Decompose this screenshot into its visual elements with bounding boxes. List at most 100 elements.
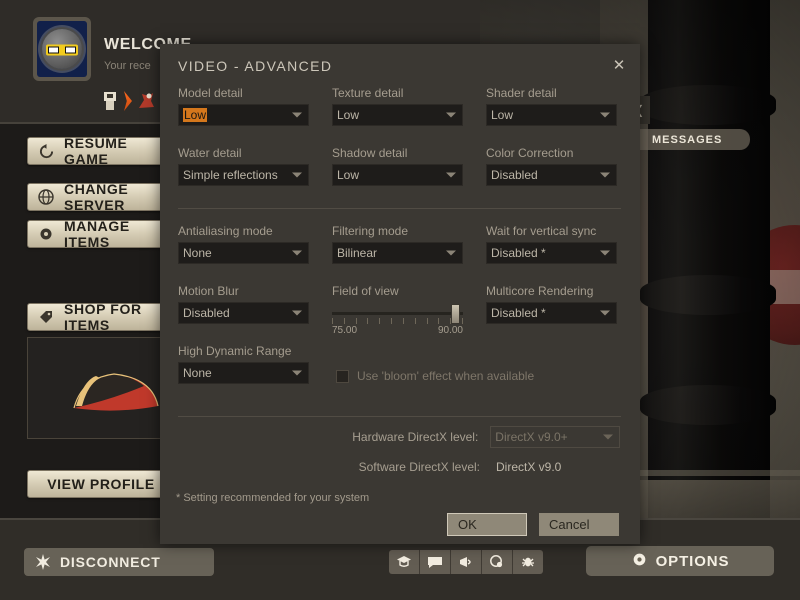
options-button-label: OPTIONS: [655, 552, 730, 570]
arrow-right-icon: [124, 91, 132, 111]
software-directx-label: Software DirectX level:: [358, 460, 480, 474]
menu-button-manage-items[interactable]: MANAGE ITEMS: [27, 220, 175, 248]
chevron-down-icon: [446, 250, 456, 256]
field-multicore-rendering: Multicore Rendering Disabled *: [486, 284, 617, 324]
high-dynamic-range-dropdown[interactable]: None: [178, 362, 309, 384]
software-directx-row: Software DirectX level: DirectX v9.0: [320, 460, 620, 474]
chevron-down-icon: [446, 172, 456, 178]
chevron-down-icon: [600, 172, 610, 178]
chat-bubble-icon[interactable]: [420, 550, 451, 574]
field-label: Wait for vertical sync: [486, 224, 597, 238]
antialiasing-mode-dropdown[interactable]: None: [178, 242, 309, 264]
dropdown-value: Simple reflections: [183, 168, 278, 182]
model-detail-dropdown[interactable]: Low: [178, 104, 309, 126]
menu-button-shop-for-items[interactable]: SHOP FOR ITEMS: [27, 303, 175, 331]
bloom-checkbox-label: Use 'bloom' effect when available: [357, 369, 535, 383]
field-texture-detail: Texture detail Low: [332, 86, 463, 126]
hardware-directx-label: Hardware DirectX level:: [352, 430, 479, 444]
slider-handle[interactable]: [451, 304, 460, 324]
dropdown-value: Disabled *: [491, 306, 546, 320]
field-filtering-mode: Filtering mode Bilinear: [332, 224, 463, 264]
dropdown-value: DirectX v9.0+: [495, 430, 568, 444]
hat-item-image: [73, 373, 159, 411]
cancel-button[interactable]: Cancel: [539, 513, 619, 536]
refresh-icon: [36, 141, 56, 161]
field-label: Water detail: [178, 146, 242, 160]
field-motion-blur: Motion Blur Disabled: [178, 284, 309, 324]
field-high-dynamic-range: High Dynamic Range None: [178, 344, 309, 384]
close-icon[interactable]: ✕: [608, 54, 630, 76]
megaphone-icon[interactable]: [451, 550, 482, 574]
field-shader-detail: Shader detail Low: [486, 86, 617, 126]
field-label: Motion Blur: [178, 284, 239, 298]
disconnect-button-label: DISCONNECT: [60, 554, 161, 570]
menu-button-label: MANAGE ITEMS: [64, 220, 130, 248]
field-label: Antialiasing mode: [178, 224, 273, 238]
vertical-sync-dropdown[interactable]: Disabled *: [486, 242, 617, 264]
menu-button-view-profile[interactable]: VIEW PROFILE: [27, 470, 175, 498]
menu-button-change-server[interactable]: CHANGE SERVER: [27, 183, 175, 211]
lens-right: [65, 46, 76, 54]
dropdown-value: Low: [491, 108, 514, 122]
bug-report-icon[interactable]: [513, 550, 543, 574]
bottom-icon-strip: [389, 550, 543, 574]
dropdown-value: Bilinear: [337, 246, 378, 260]
dialog-title: VIDEO - ADVANCED: [178, 58, 333, 74]
chevron-down-icon: [603, 434, 613, 440]
app-root: WELCOME Your rece RESUME GAME CHANGE SER: [0, 0, 800, 600]
field-label: Shader detail: [486, 86, 557, 100]
menu-button-label: SHOP FOR ITEMS: [64, 303, 142, 331]
welcome-subtitle: Your rece: [104, 60, 151, 72]
tag-icon: [36, 307, 56, 327]
field-label: Texture detail: [332, 86, 404, 100]
steam-globe-icon[interactable]: [482, 550, 513, 574]
gear-icon: [631, 551, 648, 572]
dropdown-value: None: [183, 366, 212, 380]
chevron-down-icon: [292, 310, 302, 316]
avatar-image: [37, 21, 87, 77]
shadow-detail-dropdown[interactable]: Low: [332, 164, 463, 186]
chevron-down-icon: [600, 112, 610, 118]
messages-button[interactable]: MESSAGES: [630, 129, 750, 150]
disconnect-button[interactable]: DISCONNECT: [24, 548, 214, 576]
bloom-checkbox-row[interactable]: Use 'bloom' effect when available: [336, 369, 534, 383]
messages-button-label: MESSAGES: [652, 133, 723, 146]
filtering-mode-dropdown[interactable]: Bilinear: [332, 242, 463, 264]
graduation-cap-icon[interactable]: [389, 550, 420, 574]
separator: [178, 416, 621, 417]
field-antialiasing-mode: Antialiasing mode None: [178, 224, 309, 264]
class-icon-row: [100, 90, 156, 112]
dropdown-value: None: [183, 246, 212, 260]
ok-button-label: OK: [458, 517, 477, 532]
chevron-down-icon: [446, 112, 456, 118]
dropdown-value: Low: [183, 108, 208, 122]
chevron-down-icon: [292, 172, 302, 178]
dropdown-value: Disabled: [491, 168, 538, 182]
globe-icon: [36, 187, 56, 207]
ok-button[interactable]: OK: [447, 513, 527, 536]
avatar[interactable]: [33, 17, 91, 81]
field-color-correction: Color Correction Disabled: [486, 146, 617, 186]
class-icon-scout[interactable]: [136, 90, 156, 112]
texture-detail-dropdown[interactable]: Low: [332, 104, 463, 126]
separator: [178, 208, 621, 209]
recommended-setting-note: * Setting recommended for your system: [176, 492, 370, 504]
color-correction-dropdown[interactable]: Disabled: [486, 164, 617, 186]
class-icon-engineer[interactable]: [100, 90, 120, 112]
slider-ticks: [332, 318, 463, 324]
shader-detail-dropdown[interactable]: Low: [486, 104, 617, 126]
options-button[interactable]: OPTIONS: [586, 546, 774, 576]
software-directx-value: DirectX v9.0: [496, 460, 562, 474]
multicore-rendering-dropdown[interactable]: Disabled *: [486, 302, 617, 324]
field-label: Field of view: [332, 284, 399, 298]
field-wait-for-vertical-sync: Wait for vertical sync Disabled *: [486, 224, 617, 264]
motion-blur-dropdown[interactable]: Disabled: [178, 302, 309, 324]
menu-button-resume-game[interactable]: RESUME GAME: [27, 137, 175, 165]
video-advanced-dialog: VIDEO - ADVANCED ✕ Model detail Low Text…: [160, 44, 640, 544]
field-of-view-slider[interactable]: 75.00 90.00: [332, 302, 463, 338]
bloom-checkbox[interactable]: [336, 369, 349, 383]
hardware-directx-row: Hardware DirectX level: DirectX v9.0+: [320, 426, 620, 448]
hardware-directx-dropdown: DirectX v9.0+: [490, 426, 620, 448]
chevron-down-icon: [292, 112, 302, 118]
water-detail-dropdown[interactable]: Simple reflections: [178, 164, 309, 186]
